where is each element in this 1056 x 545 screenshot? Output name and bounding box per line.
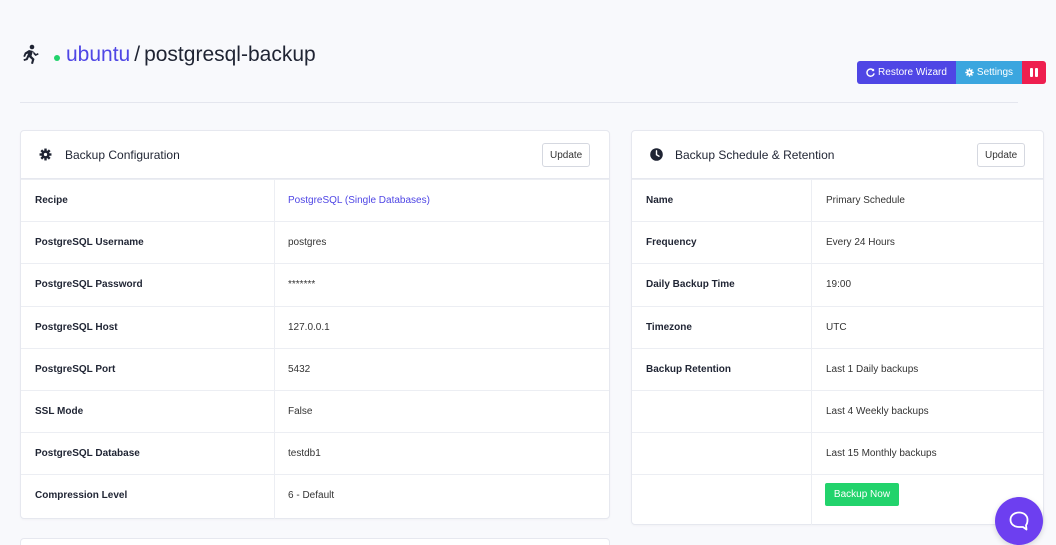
table-row: Compression Level 6 - Default (21, 474, 609, 516)
status-dot (54, 55, 60, 61)
row-value: Last 1 Daily backups (826, 363, 919, 375)
row-value: Last 15 Monthly backups (826, 448, 937, 460)
table-row: PostgreSQL Host 127.0.0.1 (21, 305, 609, 348)
row-value: ******* (288, 279, 316, 291)
row-value: Last 4 Weekly backups (826, 406, 929, 417)
table-row: Frequency Every 24 Hours (632, 221, 1043, 263)
runner-icon (23, 44, 39, 64)
backup-now-button[interactable]: Backup Now (825, 483, 899, 507)
table-row: Recipe PostgreSQL (Single Databases) (21, 179, 609, 221)
row-key: Compression Level (35, 490, 128, 502)
card-header: Backup Configuration Update (21, 131, 609, 179)
row-key: Frequency (646, 237, 697, 249)
table-row: Name Primary Schedule (632, 179, 1043, 221)
row-value: Every 24 Hours (826, 237, 895, 249)
update-config-button[interactable]: Update (542, 143, 590, 167)
row-key: PostgreSQL Database (35, 448, 140, 460)
table-row: SSL Mode False (21, 390, 609, 432)
table-row: Last 4 Weekly backups (632, 390, 1043, 432)
table-row: Daily Backup Time 19:00 (632, 263, 1043, 305)
row-key: Name (646, 195, 674, 206)
gear-icon (965, 68, 974, 77)
table-row: Backup Now (632, 474, 1043, 520)
breadcrumb-separator: / (134, 43, 141, 66)
backup-configuration-card: Backup Configuration Update Recipe Postgr… (20, 130, 610, 519)
row-value: 6 - Default (288, 490, 335, 502)
pause-button[interactable] (1022, 61, 1046, 84)
action-buttons: Restore Wizard Settings (857, 61, 1046, 84)
card-title: Backup Configuration (65, 148, 180, 162)
row-value: testdb1 (288, 448, 321, 460)
row-value: postgres (288, 237, 327, 249)
restore-wizard-button[interactable]: Restore Wizard (857, 61, 956, 84)
next-card (20, 538, 610, 545)
backup-name: postgresql-backup (144, 43, 316, 66)
table-row: PostgreSQL Password ******* (21, 263, 609, 305)
row-key: SSL Mode (35, 406, 84, 417)
header-divider (20, 102, 1018, 103)
chat-bubble-icon (1009, 511, 1029, 531)
row-key: PostgreSQL Password (35, 279, 143, 291)
table-row: Last 15 Monthly backups (632, 432, 1043, 474)
row-value: 5432 (288, 363, 311, 375)
table-row: PostgreSQL Port 5432 (21, 347, 609, 390)
update-schedule-button[interactable]: Update (977, 143, 1025, 167)
recipe-link[interactable]: PostgreSQL (Single Databases) (288, 180, 430, 221)
table-row: Backup Retention Last 1 Daily backups (632, 347, 1043, 390)
restore-wizard-label: Restore Wizard (878, 67, 947, 78)
table-row: Timezone UTC (632, 305, 1043, 348)
row-value: False (288, 406, 313, 417)
table-row: PostgreSQL Database testdb1 (21, 432, 609, 474)
row-value: 127.0.0.1 (288, 321, 330, 333)
column-divider (811, 179, 812, 525)
gear-icon (39, 148, 52, 161)
page-title: ubuntu / postgresql-backup (66, 43, 316, 67)
row-key: Backup Retention (646, 363, 732, 375)
row-value: UTC (826, 321, 847, 333)
clock-icon (650, 148, 663, 161)
settings-label: Settings (976, 67, 1014, 78)
host-link[interactable]: ubuntu (66, 43, 130, 66)
backup-schedule-card: Backup Schedule & Retention Update Name P… (631, 130, 1044, 525)
pause-icon (1030, 68, 1033, 77)
settings-button[interactable]: Settings (956, 61, 1022, 84)
row-value: 19:00 (826, 279, 852, 291)
row-key: Daily Backup Time (646, 279, 735, 291)
row-key: Recipe (35, 195, 68, 206)
row-key: Timezone (646, 321, 692, 333)
chat-button[interactable] (995, 497, 1043, 545)
row-key: PostgreSQL Username (35, 237, 144, 249)
row-key: PostgreSQL Port (35, 363, 116, 375)
refresh-icon (866, 68, 875, 77)
table-row: PostgreSQL Username postgres (21, 221, 609, 263)
card-title: Backup Schedule & Retention (675, 148, 835, 162)
column-divider (274, 179, 275, 519)
row-key: PostgreSQL Host (35, 321, 118, 333)
card-header: Backup Schedule & Retention Update (632, 131, 1043, 179)
row-value: Primary Schedule (826, 195, 905, 206)
